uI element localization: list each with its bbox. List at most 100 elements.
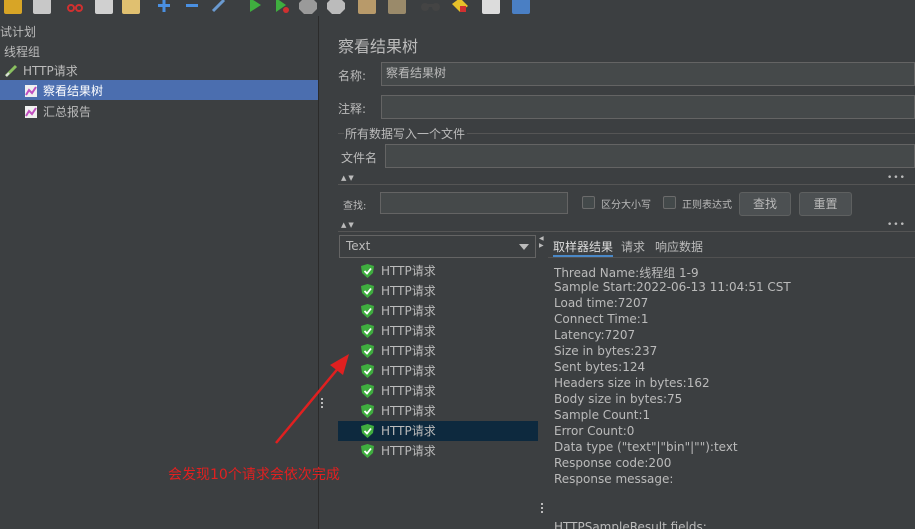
detail-line: Body size in bytes:75 [554, 392, 683, 406]
tree-item-test-plan[interactable]: 试计划 [0, 22, 36, 42]
chevron-down-icon [519, 244, 529, 250]
success-shield-icon [361, 424, 374, 438]
result-item[interactable]: HTTP请求 [338, 281, 538, 301]
annotation-text: 会发现10个请求会依次完成 [168, 467, 340, 483]
result-item[interactable]: HTTP请求 [338, 441, 538, 461]
detail-line: Load time:7207 [554, 296, 649, 310]
case-sensitive-label: 区分大小写 [601, 200, 651, 211]
detail-line: Connect Time:1 [554, 312, 649, 326]
success-shield-icon [361, 344, 374, 358]
collapse-arrows[interactable]: ▲▼ [341, 174, 356, 182]
reset-button[interactable]: 重置 [799, 192, 852, 216]
result-item[interactable]: HTTP请求 [338, 341, 538, 361]
split-pane-divider[interactable] [318, 16, 327, 529]
detail-line: Headers size in bytes:162 [554, 376, 710, 390]
detail-line: Latency:7207 [554, 328, 636, 342]
result-item[interactable]: HTTP请求 [338, 381, 538, 401]
divider-grip [541, 511, 543, 513]
regex-checkbox[interactable] [663, 196, 676, 209]
stop-icon[interactable] [299, 0, 317, 14]
result-item-label: HTTP请求 [381, 424, 436, 438]
detail-line: Data type ("text"|"bin"|""):text [554, 440, 738, 454]
open-icon[interactable] [4, 0, 22, 14]
tab-request[interactable]: 请求 [621, 237, 645, 257]
tab-sampler-result[interactable]: 取样器结果 [553, 237, 614, 257]
success-shield-icon [361, 384, 374, 398]
drag-dots: ••• [887, 220, 906, 230]
detail-line: Response message: [554, 472, 674, 486]
graph-listener-icon [25, 85, 37, 97]
start-icon[interactable] [246, 0, 264, 14]
result-item[interactable]: HTTP请求 [338, 401, 538, 421]
reset-search-icon[interactable] [450, 0, 468, 14]
success-shield-icon [361, 324, 374, 338]
shutdown-icon[interactable] [327, 0, 345, 14]
result-item-label: HTTP请求 [381, 404, 436, 418]
clear-icon[interactable] [210, 0, 228, 14]
search-label: 查找: [343, 201, 367, 212]
clear-all-icon[interactable] [358, 0, 376, 14]
collapse-arrows[interactable]: ▲▼ [341, 221, 356, 229]
pipette-icon [4, 64, 18, 78]
tree-item-summary-report[interactable]: 汇总报告 [24, 102, 91, 122]
search-field[interactable] [380, 192, 568, 214]
add-icon[interactable] [155, 0, 173, 14]
start-no-pause-icon[interactable] [273, 0, 291, 14]
tree-item-thread-group[interactable]: 线程组 [4, 42, 40, 62]
tree-item-label: 察看结果树 [43, 84, 104, 98]
divider-grip [541, 503, 543, 505]
result-list: HTTP请求 HTTP请求 HTTP请求 HTTP请求 HTTP请求 HTTP请求 HTTP… [338, 260, 538, 529]
save-icon[interactable] [33, 0, 51, 14]
search-binoculars-icon[interactable] [420, 0, 440, 14]
function-helper-icon[interactable] [482, 0, 500, 14]
detail-line: HTTPSampleResult fields: [554, 520, 707, 529]
result-item[interactable]: HTTP请求 [338, 321, 538, 341]
remove-icon[interactable] [183, 0, 201, 14]
view-results-tree-panel: 察看结果树 名称: 察看结果树 注释: 所有数据写入一个文件 文件名 ▲▼ ••… [327, 16, 915, 529]
group-border [467, 133, 915, 134]
broom-icon[interactable] [388, 0, 406, 14]
name-field[interactable]: 察看结果树 [381, 62, 915, 86]
results-split-divider[interactable]: ◀ ▶ [538, 235, 546, 529]
divider-grip [321, 406, 323, 408]
tab-response-data[interactable]: 响应数据 [655, 237, 703, 257]
success-shield-icon [361, 364, 374, 378]
tree-item-http-request[interactable]: HTTP请求 [4, 61, 78, 81]
find-button[interactable]: 查找 [739, 192, 791, 216]
graph-listener-icon [25, 106, 37, 118]
paste-icon[interactable] [122, 0, 140, 14]
detail-line: Response code:200 [554, 456, 672, 470]
success-shield-icon [361, 264, 374, 278]
result-item-label: HTTP请求 [381, 324, 436, 338]
drag-dots: ••• [887, 173, 906, 183]
renderer-select[interactable]: Text [339, 235, 536, 258]
comment-field[interactable] [381, 95, 915, 119]
panel-title: 察看结果树 [338, 37, 419, 56]
tree-item-label: HTTP请求 [23, 64, 78, 78]
result-item[interactable]: HTTP请求 [338, 301, 538, 321]
separator [338, 231, 915, 232]
sampler-result-detail: Thread Name:线程组 1-9 Sample Start:2022-06-… [548, 258, 915, 529]
result-item[interactable]: HTTP请求 [338, 421, 538, 441]
success-shield-icon [361, 404, 374, 418]
cut-icon[interactable] [66, 0, 84, 14]
renderer-selected-value: Text [346, 239, 371, 253]
file-group-label: 所有数据写入一个文件 [345, 127, 466, 141]
result-item-label: HTTP请求 [381, 344, 436, 358]
collapse-arrows[interactable]: ◀ ▶ [539, 235, 544, 249]
detail-line: Sample Start:2022-06-13 11:04:51 CST [554, 280, 791, 294]
result-item-label: HTTP请求 [381, 304, 436, 318]
tree-item-view-results-tree[interactable]: 察看结果树 [24, 81, 103, 101]
help-icon[interactable] [512, 0, 530, 14]
success-shield-icon [361, 444, 374, 458]
copy-icon[interactable] [95, 0, 113, 14]
result-item-label: HTTP请求 [381, 364, 436, 378]
filename-field[interactable] [385, 144, 915, 168]
case-sensitive-checkbox[interactable] [582, 196, 595, 209]
comment-label: 注释: [338, 102, 367, 116]
result-item[interactable]: HTTP请求 [338, 261, 538, 281]
detail-line: Error Count:0 [554, 424, 635, 438]
result-item[interactable]: HTTP请求 [338, 361, 538, 381]
divider-grip [541, 507, 543, 509]
group-border [338, 133, 344, 134]
